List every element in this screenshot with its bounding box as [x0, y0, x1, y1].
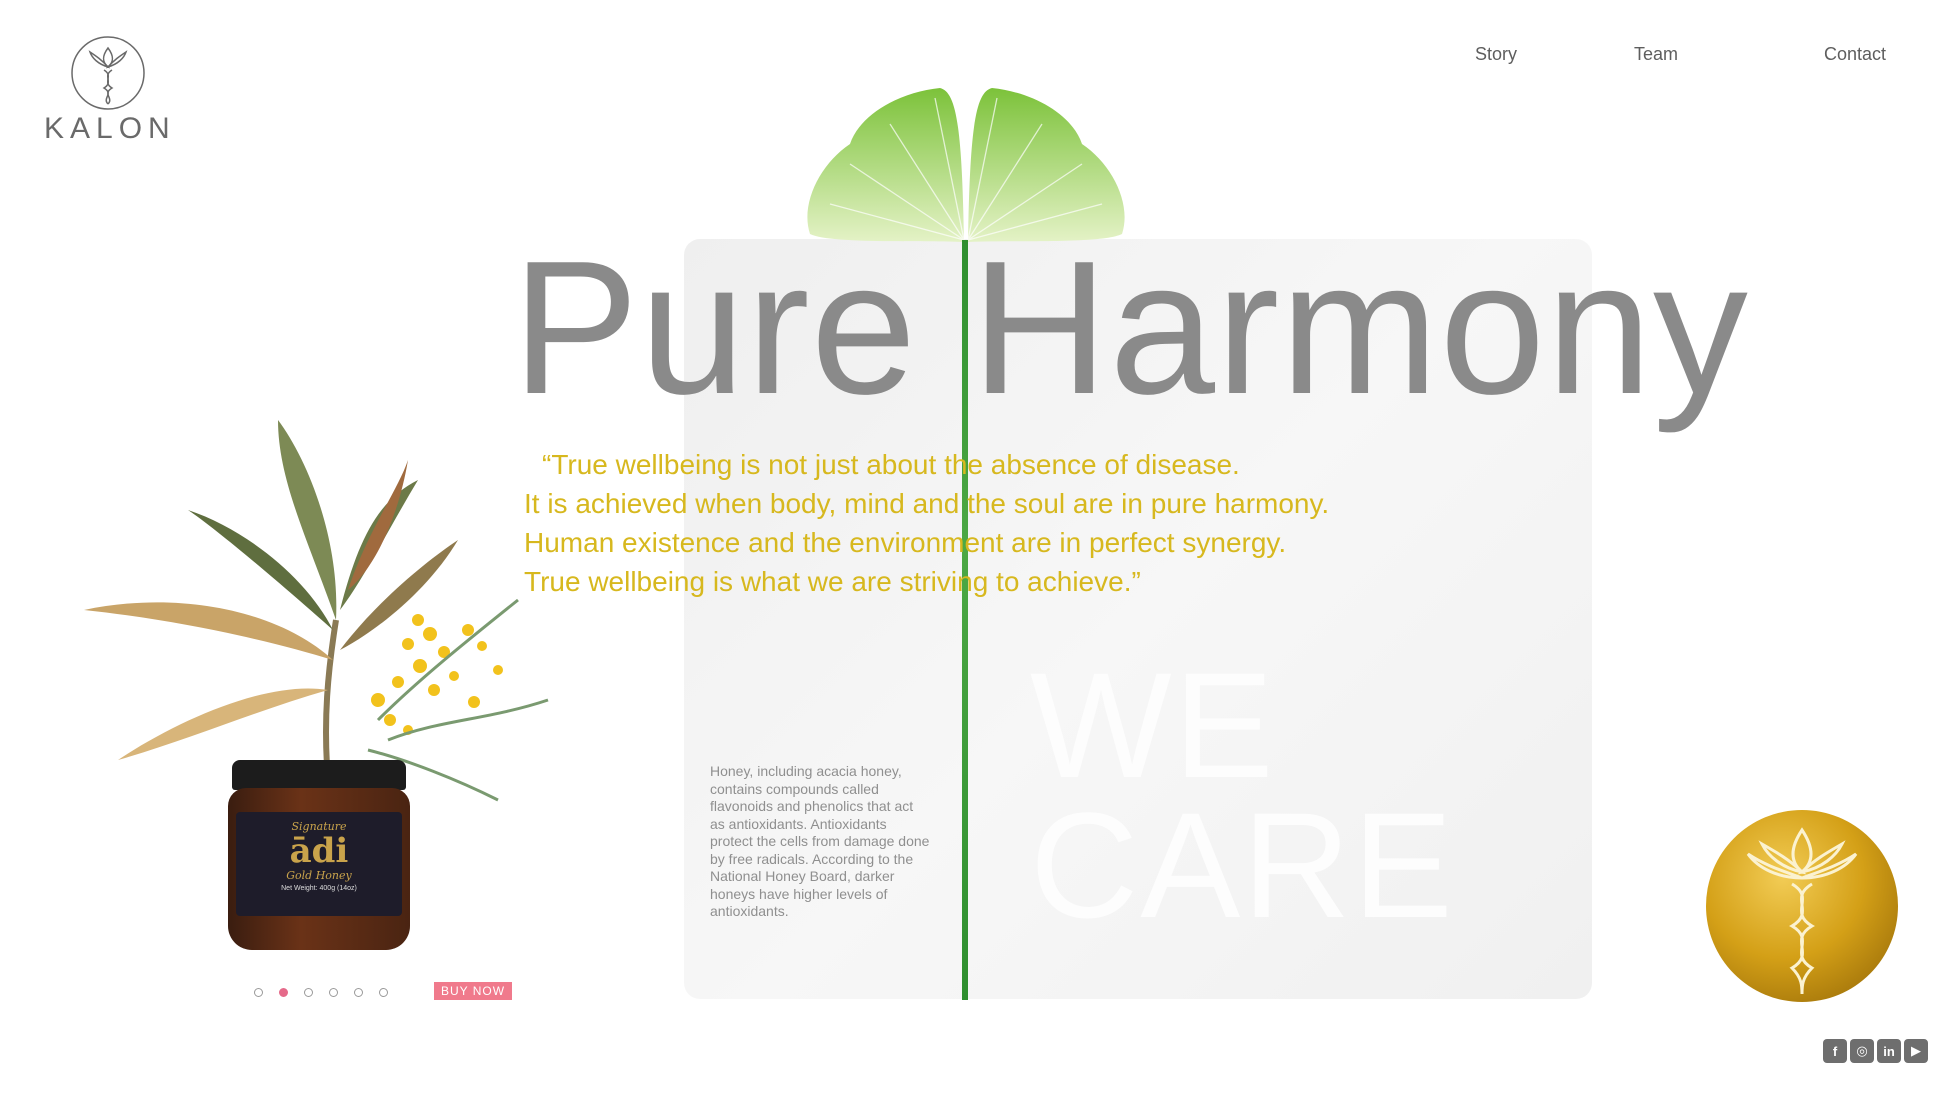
quote-line-1: “True wellbeing is not just about the ab…	[542, 449, 1240, 480]
brand-logo[interactable]: KALON	[44, 34, 174, 149]
quote-line-4: True wellbeing is what we are striving t…	[524, 566, 1141, 597]
carousel-dot-5[interactable]	[354, 988, 363, 997]
social-links: f ◎ in ▶	[1823, 1039, 1928, 1063]
kalon-emblem-icon	[71, 36, 145, 110]
ginkgo-leaf-icon	[807, 88, 1125, 242]
page-title: Pure Harmony	[512, 222, 1749, 434]
quote-line-3: Human existence and the environment are …	[524, 527, 1287, 558]
nav-contact-link[interactable]: Contact	[1736, 44, 1886, 65]
jar-label: Signature ādi Gold Honey Net Weight: 400…	[236, 812, 402, 916]
nav-story-link[interactable]: Story	[1416, 44, 1576, 65]
buy-now-button[interactable]: BUY NOW	[434, 982, 512, 1000]
youtube-icon[interactable]: ▶	[1904, 1039, 1928, 1063]
carousel-dot-4[interactable]	[329, 988, 338, 997]
facebook-icon[interactable]: f	[1823, 1039, 1847, 1063]
watermark-line-2: CARE	[1030, 781, 1455, 949]
jar-label-brand: ādi	[289, 831, 349, 871]
main-nav: Story Team Contact	[1416, 44, 1886, 65]
jar-lid	[232, 760, 406, 790]
carousel-dot-6[interactable]	[379, 988, 388, 997]
carousel-dot-2[interactable]	[279, 988, 288, 997]
honey-info-text: Honey, including acacia honey, contains …	[710, 763, 930, 919]
linkedin-icon[interactable]: in	[1877, 1039, 1901, 1063]
quote-line-2: It is achieved when body, mind and the s…	[524, 488, 1330, 519]
nav-team-link[interactable]: Team	[1576, 44, 1736, 65]
brand-name: KALON	[44, 112, 176, 145]
hero-quote: “True wellbeing is not just about the ab…	[524, 445, 1329, 601]
carousel-dots	[254, 988, 388, 997]
jar-label-kind: Gold Honey	[286, 869, 352, 882]
we-care-watermark: WE CARE	[1030, 641, 1455, 949]
carousel-dot-1[interactable]	[254, 988, 263, 997]
carousel-dot-3[interactable]	[304, 988, 313, 997]
watermark-line-1: WE	[1030, 641, 1276, 809]
gold-emblem-icon	[1706, 810, 1898, 1002]
instagram-icon[interactable]: ◎	[1850, 1039, 1874, 1063]
jar-label-weight: Net Weight: 400g (14oz)	[281, 885, 357, 892]
honey-jar-product[interactable]: Signature ādi Gold Honey Net Weight: 400…	[228, 760, 410, 950]
